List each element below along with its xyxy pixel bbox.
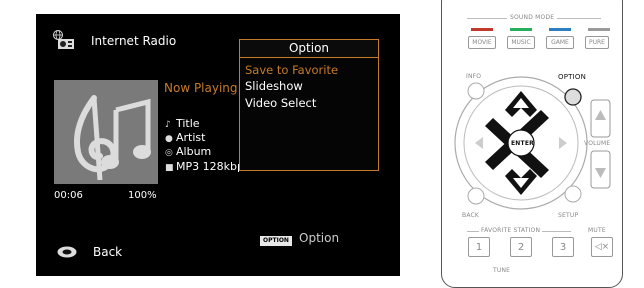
enter-button[interactable]: ENTER bbox=[511, 140, 534, 147]
popup-item-save-to-favorite[interactable]: Save to Favorite bbox=[245, 63, 338, 77]
source-title: Internet Radio bbox=[91, 34, 177, 48]
back-label: BACK bbox=[462, 212, 480, 219]
mute-icon: ◁× bbox=[594, 242, 610, 252]
option-hint-label: Option bbox=[299, 231, 340, 245]
popup-item-video-select[interactable]: Video Select bbox=[245, 96, 316, 110]
favorite-3-button[interactable]: 3 bbox=[552, 237, 574, 257]
tv-screen: Internet Radio Now Playing ♪ Title ● Artis… bbox=[36, 14, 400, 276]
now-playing-label: Now Playing bbox=[164, 81, 238, 95]
popup-title: Option bbox=[240, 40, 378, 58]
mute-label: MUTE bbox=[588, 227, 606, 234]
popup-item-slideshow[interactable]: Slideshow bbox=[245, 79, 303, 93]
track-album: ◎ Album bbox=[165, 145, 212, 158]
elapsed-time: 00:06 bbox=[54, 190, 83, 201]
track-format: ■ MP3 128kbps bbox=[165, 160, 250, 173]
option-popup: Option Save to Favorite Slideshow Video … bbox=[239, 39, 379, 171]
track-title: ♪ Title bbox=[165, 117, 200, 130]
favorite-station-label: FAVORITE STATION bbox=[479, 227, 543, 234]
option-button-badge: OPTION bbox=[260, 236, 292, 246]
album-art-music-note-icon bbox=[54, 80, 158, 184]
music-note-icon: ♪ bbox=[165, 120, 171, 130]
volume-label: VOLUME bbox=[584, 140, 611, 147]
tune-label: TUNE bbox=[493, 267, 511, 274]
back-label: Back bbox=[93, 245, 123, 259]
favorite-2-button[interactable]: 2 bbox=[510, 237, 532, 257]
format-icon: ■ bbox=[165, 163, 174, 173]
track-artist: ● Artist bbox=[165, 131, 206, 144]
back-button-icon bbox=[57, 246, 77, 258]
buffer-percent: 100% bbox=[128, 190, 157, 201]
setup-label: SETUP bbox=[558, 212, 579, 219]
disc-icon: ◎ bbox=[165, 148, 173, 158]
internet-radio-icon bbox=[53, 30, 74, 49]
favorite-1-button[interactable]: 1 bbox=[468, 237, 490, 257]
person-icon: ● bbox=[165, 134, 173, 144]
remote-control: SOUND MODE MOVIE MUSIC GAME PURE INFO OP… bbox=[441, 0, 623, 288]
dpad-graphic bbox=[454, 76, 611, 210]
mute-button[interactable]: ◁× bbox=[591, 237, 613, 257]
